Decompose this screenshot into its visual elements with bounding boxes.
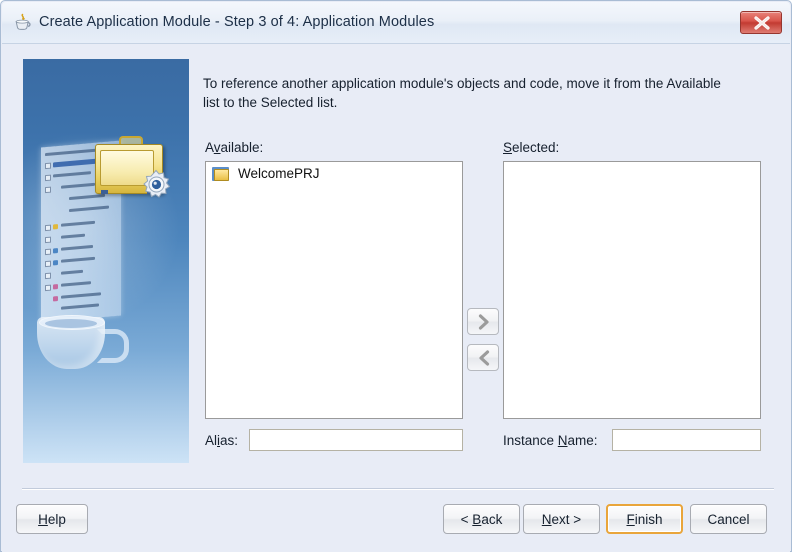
title-bar: Create Application Module - Step 3 of 4:… bbox=[2, 2, 790, 44]
coffee-cup-icon bbox=[37, 315, 129, 385]
move-left-button[interactable] bbox=[467, 344, 499, 371]
cancel-button[interactable]: Cancel bbox=[690, 504, 767, 534]
folder-icon bbox=[212, 166, 229, 181]
back-button[interactable]: < Back bbox=[443, 504, 520, 534]
next-button[interactable]: Next > bbox=[523, 504, 600, 534]
instance-name-label: Instance Name: bbox=[503, 433, 598, 448]
help-button[interactable]: Help bbox=[16, 504, 88, 534]
move-right-button[interactable] bbox=[467, 308, 499, 335]
instance-name-input[interactable] bbox=[612, 429, 761, 451]
close-button[interactable] bbox=[740, 11, 782, 34]
list-item-label: WelcomePRJ bbox=[238, 165, 320, 181]
footer-separator bbox=[22, 488, 774, 490]
instance-name-mnemonic: N bbox=[557, 433, 568, 448]
wizard-illustration bbox=[23, 59, 189, 463]
available-list-label: Available: bbox=[205, 140, 264, 155]
create-application-module-dialog: Create Application Module - Step 3 of 4:… bbox=[0, 0, 792, 552]
footer-bar: Help < Back Next > Finish Cancel bbox=[2, 488, 790, 552]
chevron-left-icon bbox=[479, 350, 490, 366]
chevron-right-icon bbox=[478, 314, 489, 330]
selected-list-label: Selected: bbox=[503, 140, 560, 155]
available-list[interactable]: WelcomePRJ bbox=[205, 161, 463, 419]
selected-mnemonic: S bbox=[503, 140, 513, 155]
gear-icon bbox=[141, 169, 171, 199]
available-mnemonic: v bbox=[213, 140, 221, 155]
window-title: Create Application Module - Step 3 of 4:… bbox=[39, 14, 435, 30]
finish-button[interactable]: Finish bbox=[606, 504, 683, 534]
alias-input[interactable] bbox=[249, 429, 463, 451]
list-item[interactable]: WelcomePRJ bbox=[206, 162, 462, 184]
selected-list[interactable] bbox=[503, 161, 761, 419]
content-area: To reference another application module'… bbox=[2, 44, 790, 488]
close-icon bbox=[754, 16, 770, 30]
alias-label: Alias: bbox=[205, 433, 239, 448]
java-coffee-cup-icon bbox=[13, 13, 33, 33]
instruction-text: To reference another application module'… bbox=[203, 76, 721, 110]
